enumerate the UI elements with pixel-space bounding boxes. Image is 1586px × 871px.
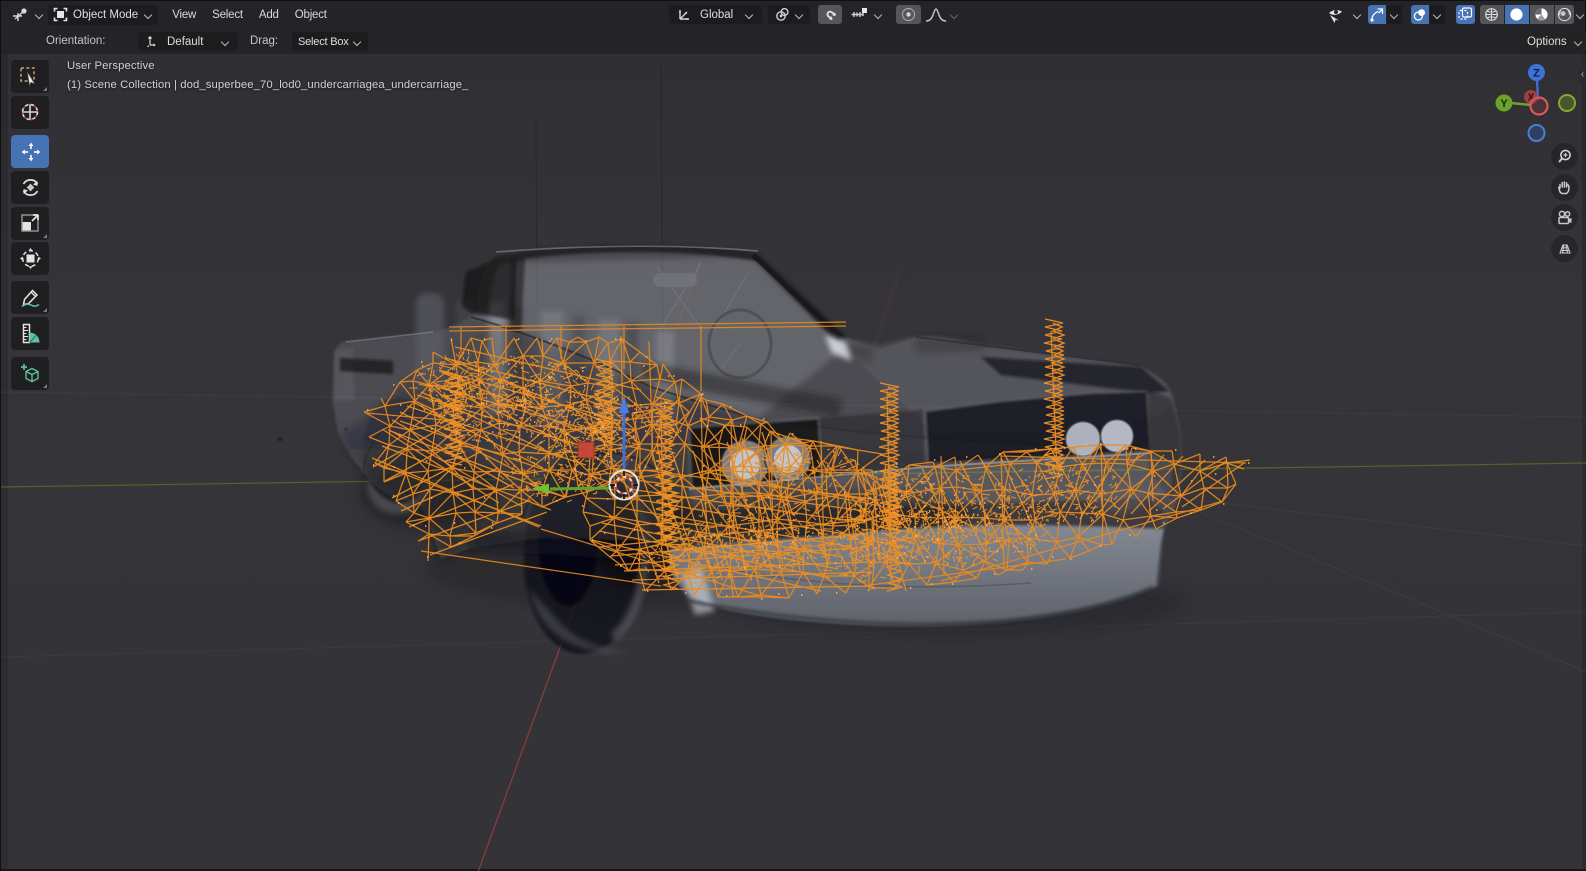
svg-text:Z: Z xyxy=(1533,68,1540,80)
svg-text:Y: Y xyxy=(1500,98,1508,110)
